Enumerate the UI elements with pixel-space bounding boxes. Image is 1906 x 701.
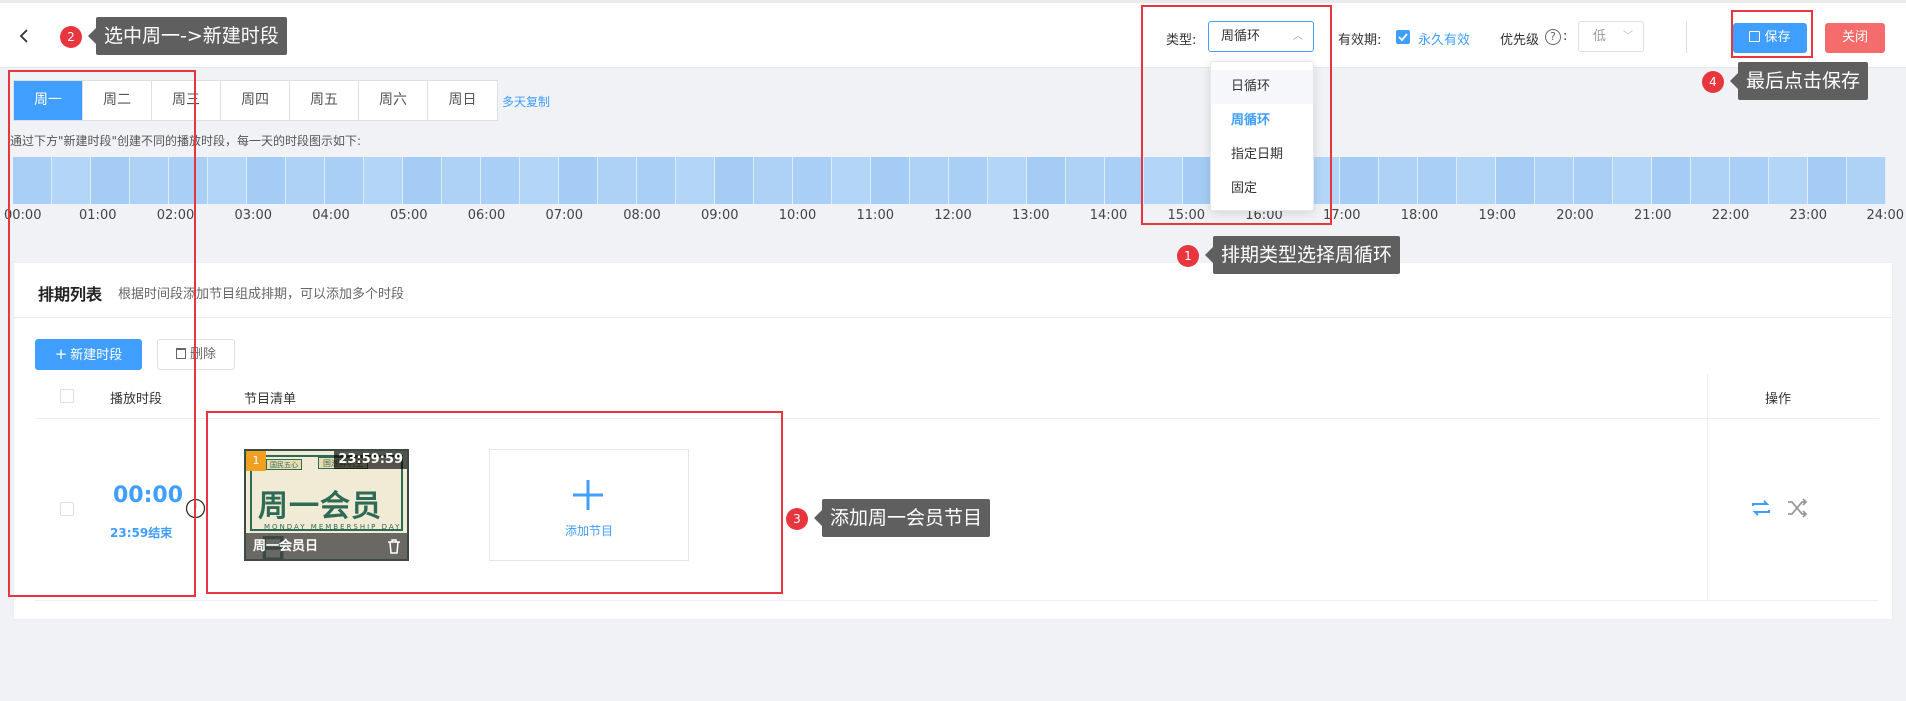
column-program-list: 节目清单 [244,392,297,407]
actions-column-divider [1707,374,1708,601]
timeline-segment [559,157,599,204]
timeline-segment [793,157,833,204]
timeline-segment [520,157,560,204]
tab-saturday[interactable]: 周六 [359,81,428,120]
row-divider [35,600,1879,601]
timeline-tick: 13:00 [1012,208,1050,223]
validity-label: 有效期: [1338,33,1382,48]
timeline-tick: 19:00 [1478,208,1516,223]
loop-icon[interactable] [1749,496,1773,520]
annotation-box-program [206,411,783,594]
timeline-segment [1495,157,1535,204]
header-divider [1686,21,1687,53]
timeline-segment [1105,157,1145,204]
timeline-segment [1846,157,1886,204]
timeline-segment [1612,157,1652,204]
priority-label: 优先级 [1500,33,1540,48]
tab-thursday[interactable]: 周四 [221,81,290,120]
timeline-tick: 10:00 [778,208,817,223]
timeline-segment [598,157,638,204]
timeline-segment [1378,157,1418,204]
timeline-tick: 12:00 [934,208,972,223]
timeline-segment [364,157,404,204]
timeline-segment [871,157,911,204]
close-button[interactable]: 关闭 [1825,23,1885,53]
timeline-segment [481,157,521,204]
annotation-badge-4: 4 [1702,71,1724,93]
timeline-segment [1027,157,1067,204]
chevron-down-icon: ﹀ [1623,31,1633,42]
annotation-callout-3: 添加周一会员节目 [813,499,991,537]
timeline-tick: 04:00 [312,208,350,223]
timeline-tick: 18:00 [1400,208,1439,223]
annotation-callout-2: 选中周一->新建时段 [88,17,287,55]
timeline-segment [1729,157,1769,204]
tab-sunday[interactable]: 周日 [428,81,497,120]
timeline-tick: 09:00 [701,208,739,223]
timeline-segment [325,157,365,204]
timeline-segment [1417,157,1457,204]
timeline-tick: 05:00 [390,208,428,223]
priority-select[interactable]: 低 ﹀ [1578,21,1644,52]
timeline-segment [286,157,326,204]
annotation-badge-1: 1 [1177,245,1199,267]
shuffle-icon[interactable] [1785,496,1809,520]
annotation-box-type [1141,5,1332,225]
timeline-tick: 21:00 [1634,208,1672,223]
timeline-segment [1534,157,1574,204]
timeline-segment [442,157,482,204]
priority-select-value: 低 [1593,29,1607,44]
timeline-segment [1690,157,1730,204]
permanent-label[interactable]: 永久有效 [1418,29,1470,48]
timeline-tick: 24:00 [1866,208,1904,223]
annotation-callout-4: 最后点击保存 [1729,62,1869,100]
permanent-checkbox[interactable] [1396,30,1410,44]
timeline-segment [1807,157,1847,204]
timeline-tick: 11:00 [856,208,894,223]
multi-day-copy-link[interactable]: 多天复制 [502,93,550,110]
annotation-badge-2: 2 [60,26,82,48]
timeline-segment [1456,157,1496,204]
timeline-tick: 22:00 [1711,208,1750,223]
timeline-tick: 06:00 [467,208,506,223]
timeline-tick: 14:00 [1089,208,1128,223]
priority-colon: : [1563,29,1568,44]
timeline-segment [247,157,287,204]
timeline-segment [754,157,794,204]
timeline-segment [832,157,872,204]
timeline-tick: 03:00 [234,208,272,223]
annotation-badge-3: 3 [786,508,808,530]
tab-friday[interactable]: 周五 [290,81,359,120]
timeline-tick: 20:00 [1556,208,1594,223]
timeline-segment [715,157,755,204]
timeline-bar [13,157,1886,204]
timeline-tick: 07:00 [545,208,583,223]
annotation-box-save [1731,10,1813,58]
timeline-segment [910,157,950,204]
timeline-segment [208,157,248,204]
timeline-segment [1339,157,1379,204]
timeline-segment [1066,157,1106,204]
timeline-segment [676,157,716,204]
timeline-segment [1651,157,1691,204]
timeline-segment [988,157,1028,204]
annotation-box-monday [8,70,196,597]
column-actions: 操作 [1765,392,1792,407]
help-icon[interactable]: ? [1545,29,1561,45]
timeline-segment [949,157,989,204]
annotation-callout-1: 排期类型选择周循环 [1204,236,1401,274]
timeline-ticks: 00:00 01:00 02:00 03:00 04:00 05:00 06:00 07:00… [0,208,1906,226]
timeline-segment [1573,157,1613,204]
timeline-tick: 08:00 [623,208,661,223]
timeline-segment [637,157,677,204]
timeline-segment [403,157,443,204]
timeline-segment [1768,157,1808,204]
timeline-tick: 23:00 [1789,208,1827,223]
back-arrow-icon[interactable] [16,27,34,45]
